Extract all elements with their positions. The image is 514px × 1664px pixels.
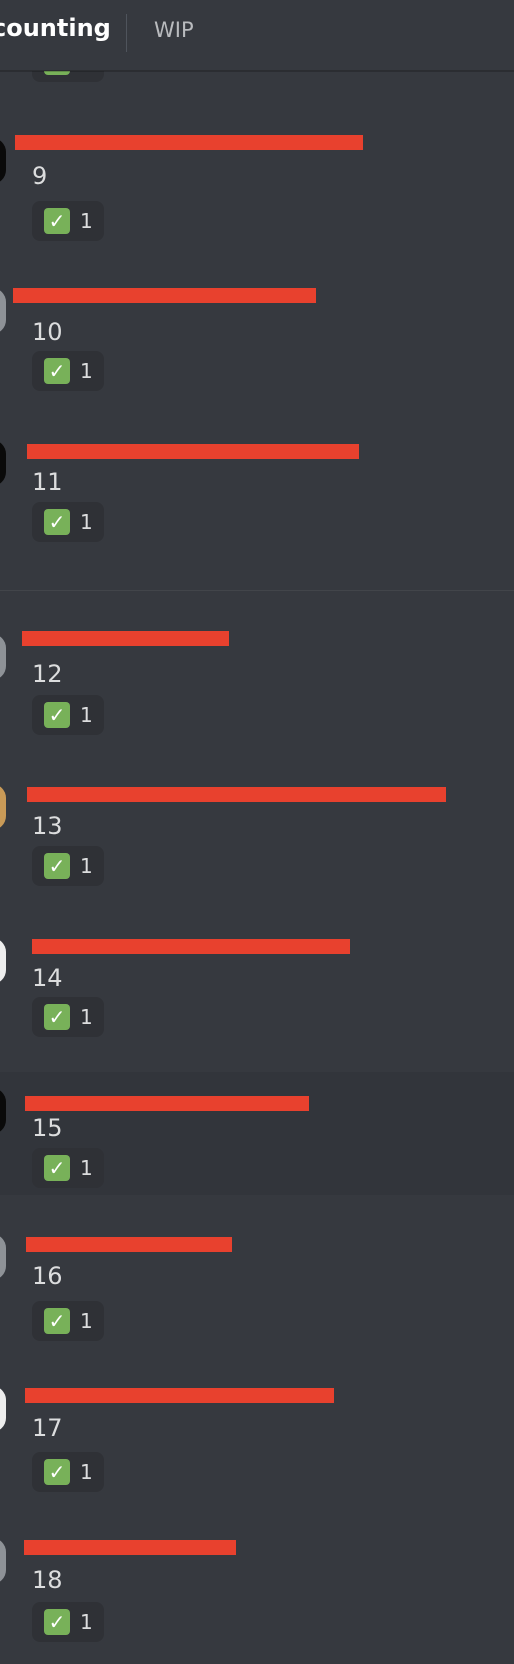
white-check-mark-icon: ✓: [44, 1459, 70, 1485]
white-check-mark-icon: ✓: [44, 702, 70, 728]
channel-topic[interactable]: WIP: [154, 18, 194, 42]
reaction-button[interactable]: ✓ 1: [32, 1602, 104, 1642]
message-item[interactable]: 11 ✓ 1: [0, 420, 514, 560]
reaction-button[interactable]: ✓ 1: [32, 502, 104, 542]
message-item[interactable]: 16 ✓ 1: [0, 1220, 514, 1350]
message-content: 16: [32, 1262, 63, 1290]
avatar[interactable]: [0, 288, 6, 334]
reaction-button[interactable]: ✓ 1: [32, 846, 104, 886]
reaction-count: 1: [80, 359, 93, 383]
message-content: 14: [32, 964, 63, 992]
avatar[interactable]: [0, 1088, 6, 1134]
message-item[interactable]: 9 ✓ 1: [0, 120, 514, 250]
reaction-button[interactable]: ✓ 1: [32, 1301, 104, 1341]
white-check-mark-icon: ✓: [44, 358, 70, 384]
message-item[interactable]: 13 ✓ 1: [0, 770, 514, 902]
message-content: 11: [32, 468, 63, 496]
avatar[interactable]: [0, 440, 6, 486]
white-check-mark-icon: ✓: [44, 1609, 70, 1635]
white-check-mark-icon: ✓: [44, 1155, 70, 1181]
reaction-count: 1: [80, 1309, 93, 1333]
avatar[interactable]: [0, 1538, 6, 1584]
redaction-bar: [26, 1237, 232, 1252]
message-item[interactable]: 12 ✓ 1: [0, 620, 514, 750]
white-check-mark-icon: ✓: [44, 509, 70, 535]
white-check-mark-icon: ✓: [44, 1004, 70, 1030]
message-item[interactable]: 17 ✓ 1: [0, 1372, 514, 1502]
message-content: 12: [32, 660, 63, 688]
avatar[interactable]: [0, 138, 6, 184]
message-divider: [0, 590, 514, 591]
reaction-count: 1: [80, 1156, 93, 1180]
avatar[interactable]: [0, 1234, 6, 1280]
message-content: 18: [32, 1566, 63, 1594]
white-check-mark-icon: ✓: [44, 208, 70, 234]
reaction-button[interactable]: ✓ 1: [32, 695, 104, 735]
message-item[interactable]: 10 ✓ 1: [0, 270, 514, 400]
channel-header: counting WIP: [0, 0, 514, 71]
reaction-count: 1: [80, 209, 93, 233]
white-check-mark-icon: ✓: [44, 853, 70, 879]
reaction-count: 1: [80, 1610, 93, 1634]
redaction-bar: [25, 1096, 309, 1111]
message-item[interactable]: 15 ✓ 1: [0, 1072, 514, 1195]
reaction-button[interactable]: ✓ 1: [32, 997, 104, 1037]
redaction-bar: [27, 787, 446, 802]
reaction-count: 1: [80, 703, 93, 727]
message-content: 10: [32, 318, 63, 346]
reaction-button[interactable]: ✓ 1: [32, 1148, 104, 1188]
reaction-count: 1: [80, 1005, 93, 1029]
avatar[interactable]: [0, 1386, 6, 1432]
message-content: 17: [32, 1414, 63, 1442]
reaction-button[interactable]: ✓ 1: [32, 201, 104, 241]
header-divider: [126, 14, 127, 52]
redaction-bar: [13, 288, 316, 303]
reaction-button[interactable]: ✓ 1: [32, 1452, 104, 1492]
avatar[interactable]: [0, 938, 6, 984]
reaction-count: 1: [80, 854, 93, 878]
avatar[interactable]: [0, 784, 6, 830]
reaction-count: 1: [80, 510, 93, 534]
reaction-count: 1: [80, 1460, 93, 1484]
message-item[interactable]: 18 ✓ 1: [0, 1524, 514, 1654]
message-content: 15: [32, 1114, 63, 1142]
message-content: 9: [32, 162, 48, 190]
redaction-bar: [27, 444, 359, 459]
message-item[interactable]: 14 ✓ 1: [0, 922, 514, 1052]
avatar[interactable]: [0, 634, 6, 680]
redaction-bar: [24, 1540, 236, 1555]
reaction-button[interactable]: ✓ 1: [32, 351, 104, 391]
redaction-bar: [25, 1388, 334, 1403]
redaction-bar: [32, 939, 350, 954]
redaction-bar: [22, 631, 229, 646]
redaction-bar: [15, 135, 363, 150]
white-check-mark-icon: ✓: [44, 1308, 70, 1334]
message-content: 13: [32, 812, 63, 840]
channel-name[interactable]: counting: [0, 14, 111, 42]
